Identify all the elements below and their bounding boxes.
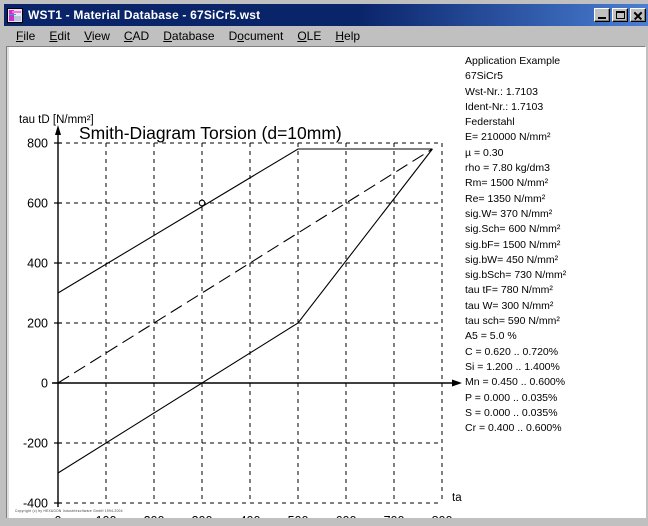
menu-label-database: atabase: [172, 29, 215, 43]
info-line: tau W= 300 N/mm²: [465, 299, 645, 314]
menu-label-ole: LE: [307, 29, 322, 43]
menu-item-cad[interactable]: CAD: [117, 28, 156, 44]
data-point-marker[interactable]: [199, 200, 205, 206]
menu-item-file[interactable]: File: [9, 28, 42, 44]
y-axis-tick-label: 600: [27, 197, 48, 211]
y-axis-tick-label: 400: [27, 257, 48, 271]
y-axis-tick-label: -200: [23, 437, 48, 451]
title-bar[interactable]: WST1 - Material Database - 67SiCr5.wst: [4, 4, 648, 26]
info-line: Rm= 1500 N/mm²: [465, 176, 645, 191]
y-axis-tick-label: 200: [27, 317, 48, 331]
x-axis-label: tau m [N/mm²]: [452, 492, 462, 504]
material-info-panel: Application Example 67SiCr5 Wst-Nr.: 1.7…: [465, 54, 645, 436]
x-axis-arrow: [452, 380, 462, 387]
info-line: Re= 1350 N/mm²: [465, 192, 645, 207]
copyright-watermark: Copyright (c) by HEXAGON Industriesoftwa…: [15, 509, 123, 513]
chart-series-line: [58, 149, 432, 473]
info-line: rho = 7.80 kg/dm3: [465, 161, 645, 176]
menu-label-document: cument: [244, 29, 283, 43]
info-line: tau sch= 590 N/mm²: [465, 314, 645, 329]
info-line: S = 0.000 .. 0.035%: [465, 406, 645, 421]
chart-title: Smith-Diagram Torsion (d=10mm): [79, 123, 342, 143]
minimize-button[interactable]: [594, 8, 610, 22]
y-axis-tick-label: 800: [27, 137, 48, 151]
menu-label-cad: AD: [133, 29, 150, 43]
smith-diagram-chart: -400-20002004006008000100200300400500600…: [7, 47, 462, 520]
window-title: WST1 - Material Database - 67SiCr5.wst: [28, 8, 260, 22]
info-line: µ = 0.30: [465, 146, 645, 161]
info-line: sig.bF= 1500 N/mm²: [465, 238, 645, 253]
y-axis-arrow: [55, 125, 61, 135]
info-line: sig.bW= 450 N/mm²: [465, 253, 645, 268]
menu-item-document[interactable]: Document: [222, 28, 291, 44]
info-line: Mn = 0.450 .. 0.600%: [465, 375, 645, 390]
info-line: sig.W= 370 N/mm²: [465, 207, 645, 222]
menu-bar: File Edit View CAD Database Document OLE…: [4, 26, 648, 45]
maximize-button[interactable]: [612, 8, 628, 22]
menu-label-edit: dit: [57, 29, 70, 43]
info-line: tau tF= 780 N/mm²: [465, 283, 645, 298]
menu-label-file: ile: [23, 29, 35, 43]
close-button[interactable]: [630, 8, 646, 22]
info-line: C = 0.620 .. 0.720%: [465, 345, 645, 360]
window-controls: [594, 8, 646, 22]
info-line: sig.Sch= 600 N/mm²: [465, 222, 645, 237]
info-line: sig.bSch= 730 N/mm²: [465, 268, 645, 283]
chart-canvas: -400-20002004006008000100200300400500600…: [7, 47, 462, 520]
info-line: Si = 1.200 .. 1.400%: [465, 360, 645, 375]
menu-item-edit[interactable]: Edit: [42, 28, 77, 44]
application-window: WST1 - Material Database - 67SiCr5.wst F…: [0, 0, 648, 526]
document-client-area: -400-20002004006008000100200300400500600…: [6, 46, 646, 520]
chart-series-line: [58, 149, 432, 383]
app-window-icon: [7, 8, 23, 23]
y-axis-tick-label: 0: [41, 377, 48, 391]
menu-label-view: iew: [92, 29, 110, 43]
menu-label-help: elp: [344, 29, 360, 43]
info-line: P = 0.000 .. 0.035%: [465, 391, 645, 406]
info-line: Cr = 0.400 .. 0.600%: [465, 421, 645, 436]
menu-item-help[interactable]: Help: [328, 28, 367, 44]
info-line: Federstahl: [465, 115, 645, 130]
info-line: 67SiCr5: [465, 69, 645, 84]
status-strip: [4, 518, 648, 522]
info-line: Wst-Nr.: 1.7103: [465, 85, 645, 100]
info-line: Application Example: [465, 54, 645, 69]
info-line: Ident-Nr.: 1.7103: [465, 100, 645, 115]
menu-item-view[interactable]: View: [77, 28, 117, 44]
info-line: A5 = 5.0 %: [465, 329, 645, 344]
menu-item-ole[interactable]: OLE: [290, 28, 328, 44]
info-line: E= 210000 N/mm²: [465, 130, 645, 145]
menu-item-database[interactable]: Database: [156, 28, 221, 44]
